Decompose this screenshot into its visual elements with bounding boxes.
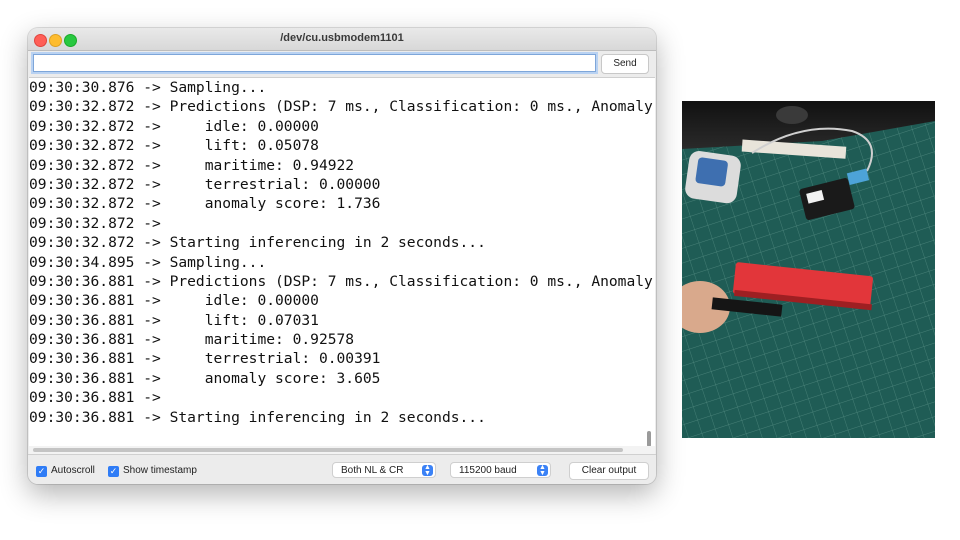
output-line: 09:30:36.881 -> maritime: 0.92578 [29,331,355,349]
line-ending-select[interactable]: Both NL & CR ▲ ▼ [332,462,436,478]
output-line: 09:30:36.881 -> Starting inferencing in … [29,408,486,426]
show-timestamp-label: Show timestamp [123,465,197,476]
show-timestamp-checkbox[interactable]: ✓ [108,466,119,477]
output-line: 09:30:32.872 -> idle: 0.00000 [29,117,319,135]
baud-rate-value: 115200 baud [459,465,517,476]
send-toolbar: Send [28,51,656,77]
send-input[interactable] [33,54,596,72]
baud-rate-select[interactable]: 115200 baud ▲ ▼ [450,462,551,478]
output-line: 09:30:32.872 -> anomaly score: 1.736 [29,195,381,213]
cutting-mat-photo [682,101,935,438]
output-line: 09:30:30.876 -> Sampling... [29,79,267,96]
output-line: 09:30:34.895 -> Sampling... [29,253,267,271]
autoscroll-label: Autoscroll [51,465,95,476]
output-line: 09:30:36.881 -> idle: 0.00000 [29,292,319,310]
send-button[interactable]: Send [601,54,649,74]
output-line: 09:30:36.881 -> [29,389,161,407]
autoscroll-checkbox[interactable]: ✓ [36,466,47,477]
chevron-updown-icon: ▲ ▼ [537,464,548,477]
device-photo [682,101,935,438]
output-line: 09:30:36.881 -> terrestrial: 0.00391 [29,350,381,368]
window-title: /dev/cu.usbmodem1101 [280,32,404,44]
output-line: 09:30:32.872 -> terrestrial: 0.00000 [29,175,381,193]
output-line: 09:30:36.881 -> lift: 0.07031 [29,311,319,329]
output-line: 09:30:32.872 -> lift: 0.05078 [29,137,319,155]
serial-output[interactable]: 09:30:30.876 -> Sampling... 09:30:32.872… [29,77,655,454]
status-bar: ✓ Autoscroll ✓ Show timestamp Both NL & … [28,454,656,484]
output-line: 09:30:32.872 -> Predictions (DSP: 7 ms.,… [29,98,655,116]
vertical-scrollbar[interactable] [647,431,651,447]
output-line: 09:30:32.872 -> Starting inferencing in … [29,234,486,252]
output-line: 09:30:36.881 -> anomaly score: 3.605 [29,369,381,387]
chevron-updown-icon: ▲ ▼ [422,464,433,477]
line-ending-value: Both NL & CR [341,465,404,476]
title-bar: /dev/cu.usbmodem1101 [28,28,656,51]
clear-output-button[interactable]: Clear output [569,462,649,480]
output-line: 09:30:36.881 -> Predictions (DSP: 7 ms.,… [29,272,655,290]
horizontal-scrollbar[interactable] [29,446,655,454]
output-line: 09:30:32.872 -> [29,214,161,232]
output-line: 09:30:32.872 -> maritime: 0.94922 [29,156,355,174]
serial-monitor-window: /dev/cu.usbmodem1101 Send 09:30:30.876 -… [28,28,656,484]
horizontal-scroll-thumb[interactable] [33,448,623,452]
